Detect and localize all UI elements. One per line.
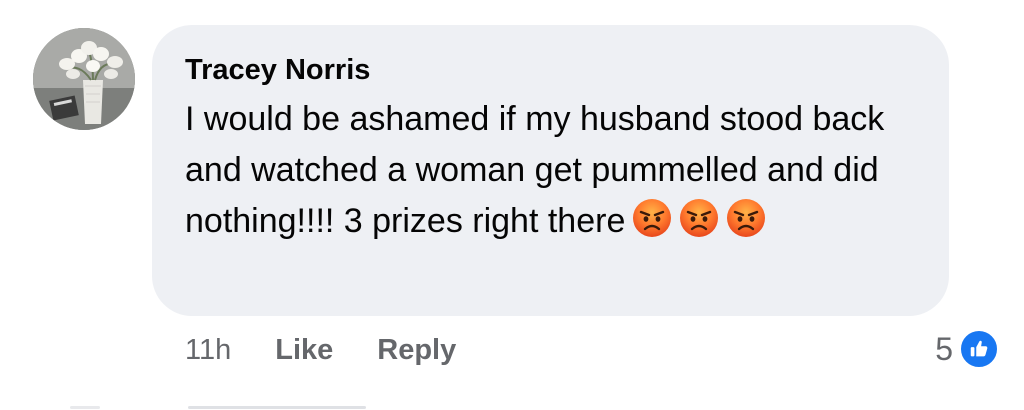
- reaction-count: 5: [935, 330, 953, 367]
- angry-face-icon: [680, 199, 719, 237]
- like-button[interactable]: Like: [275, 334, 333, 367]
- divider: [70, 406, 100, 409]
- comment-text: I would be ashamed if my husband stood b…: [185, 100, 885, 240]
- comment-timestamp[interactable]: 11h: [185, 334, 231, 367]
- comment-thread: Tracey Norris I would be ashamed if my h…: [0, 0, 1024, 410]
- comment-bubble: Tracey Norris I would be ashamed if my h…: [152, 25, 949, 316]
- angry-face-icon: [633, 199, 672, 237]
- comment-author[interactable]: Tracey Norris: [185, 52, 919, 88]
- like-icon: [959, 329, 999, 369]
- avatar-photo: [33, 28, 135, 130]
- thumbs-up-icon: [970, 340, 988, 357]
- divider: [188, 406, 366, 409]
- comment-actions: 11h Like Reply: [185, 330, 456, 370]
- reaction-summary[interactable]: 5: [935, 329, 999, 369]
- reply-button[interactable]: Reply: [377, 334, 456, 367]
- avatar[interactable]: [33, 28, 135, 130]
- angry-face-icon: [727, 199, 766, 237]
- comment-body: I would be ashamed if my husband stood b…: [185, 94, 925, 247]
